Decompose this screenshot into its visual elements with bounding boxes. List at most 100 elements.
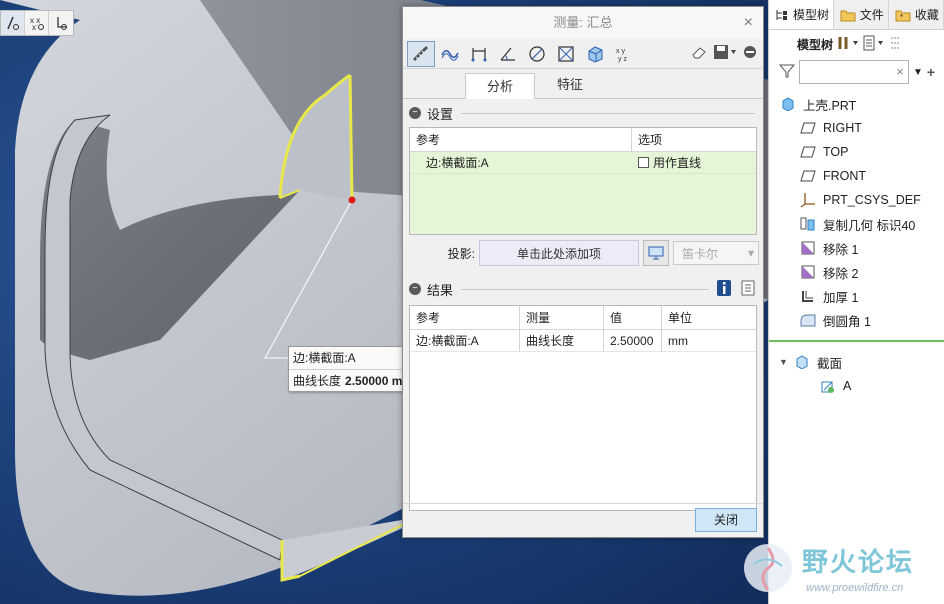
length-measure-icon[interactable] [407,40,435,67]
tree-item-copy-geometry[interactable]: 复制几何 标识40 [769,212,944,236]
favorites-icon: * [895,8,911,22]
collapse-icon[interactable]: − [409,283,421,295]
projection-collector[interactable]: 单击此处添加项 [479,240,639,266]
svg-text:x: x [32,23,36,31]
column-header-measure: 测量 [520,306,604,329]
filter-icon[interactable] [778,63,796,82]
chevron-down-icon[interactable]: ▼ [779,357,789,367]
distance-measure-icon[interactable] [465,41,493,67]
dialog-tabs: 分析 特征 [403,69,763,99]
close-icon[interactable]: × [744,7,753,39]
table-row[interactable]: 边:横截面:A 曲线长度 2.50000 mm [410,330,756,352]
folder-icon [840,8,856,22]
svg-text:y z: y z [618,56,627,63]
chevron-down-icon: ▾ [747,246,754,260]
use-as-line-option[interactable]: 用作直线 [632,152,701,173]
tree-toolbar: 模型树 [769,30,944,58]
diameter-measure-icon[interactable] [523,41,551,67]
eraser-icon[interactable] [691,45,707,62]
view-toolbar: x xx [0,10,74,36]
csys-display-icon[interactable] [49,11,73,35]
results-section-header[interactable]: − 结果 [403,277,763,301]
model-tree-panel: 模型树 文件 * 收藏 模型树 × ▼ + 上壳.PRT RIGHT TOP F… [768,0,944,604]
dialog-titlebar[interactable]: 测量: 汇总 × [403,7,763,39]
column-header-options: 选项 [638,133,663,147]
chevron-down-icon[interactable]: ▼ [913,67,923,78]
tree-item-section-a[interactable]: A [769,374,944,398]
close-button[interactable]: 关闭 [695,508,757,532]
callout-edge-label: 边:横截面:A [293,351,356,365]
result-value: 2.50000 [604,330,662,351]
svg-text:x y: x y [616,48,625,55]
model-tree: 上壳.PRT RIGHT TOP FRONT PRT_CSYS_DEF 复制几何… [769,92,944,398]
reference-cell: 边:横截面:A [426,156,489,170]
datum-display-icon[interactable] [1,11,25,35]
tree-toolbar-label: 模型树 [797,37,834,52]
collapse-icon[interactable]: − [409,107,421,119]
filter-row: × ▼ + [769,58,944,86]
tab-analysis[interactable]: 分析 [465,73,535,99]
projection-label: 投影: [447,246,475,261]
tree-item-csys[interactable]: PRT_CSYS_DEF [769,188,944,212]
save-icon[interactable] [713,44,737,63]
remove-icon [799,240,817,256]
tree-item-thicken[interactable]: 加厚 1 [769,284,944,308]
measure-toolbar: x yy z [403,39,763,69]
clear-icon[interactable]: × [896,64,904,79]
settings-section-header[interactable]: − 设置 [403,101,763,125]
area-measure-icon[interactable] [552,41,580,67]
csys-icon [799,192,817,208]
forum-watermark: 野火论坛 www.proewildfire.cn [732,532,944,604]
tab-favorites[interactable]: * 收藏 [889,0,944,29]
tree-item-sections[interactable]: ▼ 截面 [769,350,944,374]
tree-settings-icon[interactable] [837,35,859,54]
show-filter-icon[interactable] [863,35,885,54]
angle-measure-icon[interactable] [494,41,522,67]
view-projection-icon[interactable] [643,240,669,266]
transform-measure-icon[interactable]: x yy z [610,41,638,67]
result-measure: 曲线长度 [520,330,604,351]
round-icon [799,312,817,328]
column-header-unit: 单位 [668,311,693,325]
table-row[interactable]: 边:横截面:A 用作直线 [410,152,756,174]
add-icon[interactable]: + [927,64,935,80]
search-input[interactable]: × [799,60,909,84]
collapse-panel-icon[interactable] [743,45,757,62]
thicken-icon [799,288,817,304]
results-table[interactable]: 参考 测量 值 单位 边:横截面:A 曲线长度 2.50000 mm [409,305,757,511]
tree-item-part[interactable]: 上壳.PRT [769,92,944,116]
tab-feature[interactable]: 特征 [535,72,605,98]
curve-measure-icon[interactable] [436,41,464,67]
tab-model-tree[interactable]: 模型树 [769,0,834,29]
tree-item-front[interactable]: FRONT [769,164,944,188]
report-icon[interactable] [741,280,755,299]
measure-callout[interactable]: 边:横截面:A 曲线长度 2.50000 m [288,346,408,392]
volume-measure-icon[interactable] [581,41,609,67]
coordinate-system-select[interactable]: 笛卡尔 ▾ [673,241,759,265]
tree-columns-icon[interactable] [889,35,901,54]
svg-text:*: * [900,13,903,22]
column-header-reference: 参考 [410,128,632,151]
point-display-icon[interactable]: x xx [25,11,49,35]
watermark-logo-icon [744,544,792,592]
projection-row: 投影: 单击此处添加项 笛卡尔 ▾ [403,239,763,267]
datum-plane-icon [799,168,817,184]
tab-folder-browser[interactable]: 文件 [834,0,889,29]
datum-plane-icon [799,120,817,136]
settings-table[interactable]: 参考 选项 边:横截面:A 用作直线 [409,127,757,235]
info-icon[interactable] [717,279,731,299]
tree-item-round[interactable]: 倒圆角 1 [769,308,944,332]
watermark-text: 野火论坛 [802,547,915,577]
section-folder-icon [793,354,811,370]
column-header-value: 值 [604,306,662,329]
tree-item-top[interactable]: TOP [769,140,944,164]
tree-item-remove-2[interactable]: 移除 2 [769,260,944,284]
tree-item-right[interactable]: RIGHT [769,116,944,140]
pick-point-marker [348,196,356,204]
callout-measure-value: 2.50000 m [345,374,403,388]
use-as-line-checkbox[interactable] [638,157,649,168]
dialog-title: 测量: 汇总 [553,15,613,30]
tree-item-remove-1[interactable]: 移除 1 [769,236,944,260]
watermark-url: www.proewildfire.cn [806,582,904,594]
model-tree-icon [775,8,789,22]
